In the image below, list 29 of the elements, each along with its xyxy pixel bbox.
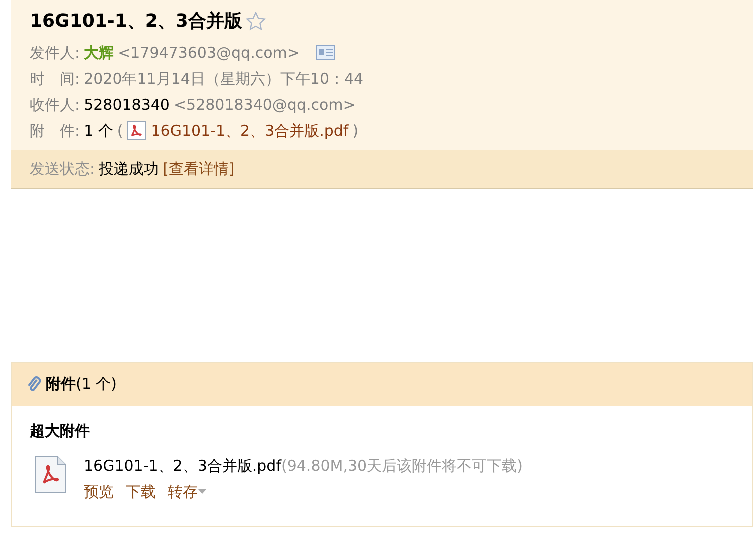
contact-card-icon[interactable] — [316, 45, 336, 61]
pdf-icon — [127, 121, 148, 141]
sent-time: 2020年11月14日（星期六）下午10：44 — [84, 69, 364, 90]
parenthesis: ( — [117, 121, 124, 142]
file-info: (94.80M,30天后该附件将不可下载) — [281, 456, 523, 476]
section-title: 附件 — [46, 374, 76, 396]
action-link[interactable]: 预览 — [84, 478, 114, 504]
parenthesis: ) — [352, 121, 359, 142]
attachment-count: (1 个) — [76, 374, 118, 396]
field-label: 时 间: — [30, 69, 80, 90]
file-name: 16G101-1、2、3合并版.pdf — [84, 456, 282, 476]
email-subject: 16G101-1、2、3合并版 — [30, 10, 242, 34]
attachment-count: 1 个 — [84, 121, 114, 142]
attachment-link[interactable]: 16G101-1、2、3合并版.pdf — [151, 118, 349, 144]
field-label: 附 件: — [30, 121, 80, 142]
recipient-name: 528018340 — [84, 95, 170, 116]
action-link[interactable]: 转存 — [168, 478, 198, 504]
recipient-address: <528018340@qq.com> — [174, 95, 356, 116]
paperclip-icon — [26, 376, 42, 394]
sender-address: <179473603@qq.com> — [118, 43, 300, 64]
field-label: 发件人: — [30, 43, 80, 64]
group-title: 超大附件 — [30, 421, 91, 442]
field-label: 发送状态: — [30, 158, 96, 180]
action-link[interactable]: 下载 — [126, 478, 156, 504]
caret-icon[interactable] — [198, 489, 207, 494]
details-link[interactable]: [查看详情] — [163, 158, 235, 180]
star-icon[interactable] — [246, 12, 266, 30]
field-label: 收件人: — [30, 95, 80, 116]
send-status: 投递成功 — [99, 158, 160, 180]
